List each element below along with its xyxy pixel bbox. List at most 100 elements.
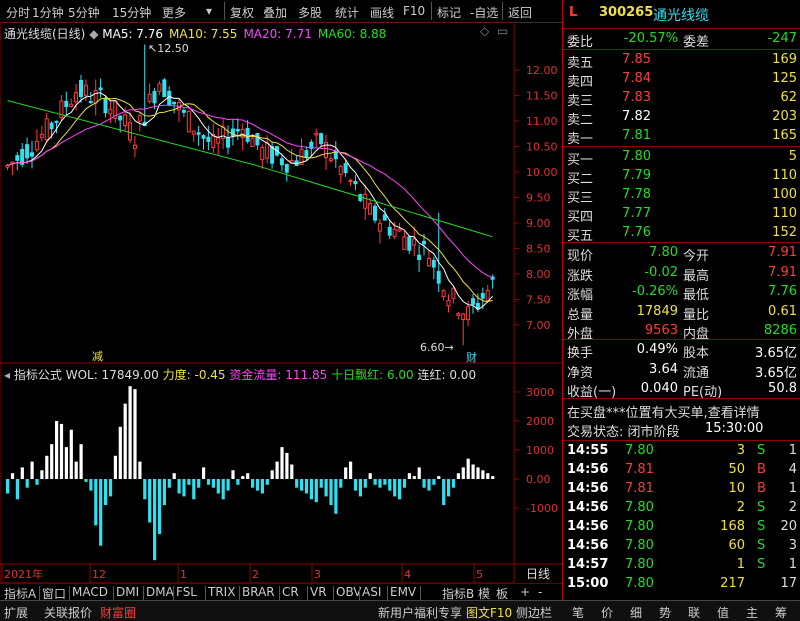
indicator-tab-2[interactable]: MACD xyxy=(72,585,108,599)
tick-volume: 2 xyxy=(736,500,745,515)
indicator-tab-12[interactable]: EMV xyxy=(390,585,416,599)
asks-row[interactable]: 卖五 7.85 169 xyxy=(563,51,800,71)
indicator-tab-6[interactable]: TRIX xyxy=(208,585,235,599)
toolbar-item-7[interactable]: 多股 xyxy=(298,4,322,21)
price-tick-label: 9.00 xyxy=(526,217,551,230)
status-mid-2[interactable]: 侧边栏 xyxy=(516,604,552,621)
toolbar-item-1[interactable]: 1分钟 xyxy=(32,4,64,21)
tick-time: 14:56 xyxy=(567,519,609,534)
stock-name[interactable]: 通光线缆 xyxy=(653,5,709,25)
kline-chart[interactable]: 12.0011.5011.0010.5010.009.509.008.508.0… xyxy=(0,22,562,583)
tick-time: 14:56 xyxy=(567,538,609,553)
stat-label: 现价 xyxy=(567,249,594,264)
status-right-tab-2[interactable]: 细 xyxy=(630,604,642,621)
stock-flag: L xyxy=(569,5,578,20)
tick-volume: 217 xyxy=(720,576,745,591)
stat-value: 3.65亿 xyxy=(755,346,797,361)
tick-row: 14:56 7.80 168 S 20 xyxy=(563,518,800,537)
tick-row: 14:56 7.81 10 B 1 xyxy=(563,480,800,499)
status-right-tab-7[interactable]: 筹 xyxy=(775,604,787,621)
status-right-tab-0[interactable]: 笔 xyxy=(572,604,584,621)
zoom-in-icon[interactable]: + xyxy=(520,585,530,599)
book-volume: 110 xyxy=(772,206,797,221)
stat-value: 0.040 xyxy=(640,381,678,396)
indicator-tab-3[interactable]: DMI xyxy=(116,585,139,599)
status-right-tab-5[interactable]: 值 xyxy=(717,604,729,621)
status-left-2[interactable]: 财富圈 xyxy=(100,604,136,621)
toolbar-item-10[interactable]: F10 xyxy=(403,4,425,18)
tick-volume: 10 xyxy=(728,481,745,496)
candlestick-series xyxy=(5,44,495,346)
tick-row: 14:55 7.80 3 S 1 xyxy=(563,442,800,461)
toolbar-item-8[interactable]: 统计 xyxy=(335,4,359,21)
tick-count: 4 xyxy=(788,462,797,477)
stat-value: 7.80 xyxy=(649,245,678,260)
tick-time: 14:56 xyxy=(567,462,609,477)
bids-row[interactable]: 买一 7.80 5 xyxy=(563,148,800,168)
indicator-tab-4[interactable]: DMA xyxy=(146,585,174,599)
toolbar-item-12[interactable]: -自选 xyxy=(470,4,498,21)
chart-toolbar: 分时 1分钟 5分钟 15分钟 更多 ▾ 复权 叠加 多股 统计 画线 F10 标记 -自选 返回 xyxy=(0,0,562,23)
indicator-header: ◂ 指标公式 WOL: 17849.00 力度: -0.45 资金流量: 111… xyxy=(4,366,476,383)
indicator-tab-7[interactable]: BRAR xyxy=(242,585,275,599)
status-mid-0[interactable]: 新用户福利专享 xyxy=(378,604,462,621)
indicator-tab-10[interactable]: OBV xyxy=(336,585,362,599)
tick-count: 1 xyxy=(788,481,797,496)
book-volume: 203 xyxy=(772,109,797,124)
status-mid-1[interactable]: 图文F10 xyxy=(466,604,512,621)
book-price: 7.85 xyxy=(622,52,651,67)
chart-expand-icon[interactable]: ▭ xyxy=(497,24,508,38)
toolbar-item-13[interactable]: 返回 xyxy=(508,4,532,21)
status-right-tab-3[interactable]: 势 xyxy=(659,604,671,621)
bids-row[interactable]: 买四 7.77 110 xyxy=(563,205,800,225)
ma10-line xyxy=(7,97,493,303)
asks-row[interactable]: 卖四 7.84 125 xyxy=(563,70,800,90)
zoom-out-icon[interactable]: - xyxy=(538,585,542,599)
indicator-tab-5[interactable]: FSL xyxy=(176,585,197,599)
toolbar-item-9[interactable]: 画线 xyxy=(370,4,394,21)
status-left-0[interactable]: 扩展 xyxy=(4,604,28,621)
big-order-notice[interactable]: 在买盘***位置有大买单,查看详情 xyxy=(563,401,800,421)
toolbar-item-5[interactable]: 复权 xyxy=(230,4,254,21)
toolbar-item-2[interactable]: 5分钟 xyxy=(68,4,100,21)
status-right-tab-1[interactable]: 价 xyxy=(601,604,613,621)
toolbar-item-11[interactable]: 标记 xyxy=(437,4,461,21)
price-tick-label: 12.00 xyxy=(526,64,558,77)
toolbar-item-6[interactable]: 叠加 xyxy=(263,4,287,21)
more-chevron-icon[interactable]: ▾ xyxy=(206,4,212,18)
asks-row[interactable]: 卖三 7.83 62 xyxy=(563,89,800,109)
jian-marker[interactable]: 减 xyxy=(92,348,103,364)
date-label: 2021年 xyxy=(4,567,43,581)
asks-row[interactable]: 卖一 7.81 165 xyxy=(563,127,800,147)
indicator-tab-8[interactable]: CR xyxy=(282,585,299,599)
bids-row[interactable]: 买二 7.79 110 xyxy=(563,167,800,187)
toolbar-item-3[interactable]: 15分钟 xyxy=(112,4,151,21)
tick-row: 14:56 7.80 2 S 2 xyxy=(563,499,800,518)
indicator-name[interactable]: 指标公式 xyxy=(14,368,62,382)
stat-value: 7.91 xyxy=(768,264,797,280)
date-label: 12 xyxy=(92,568,106,581)
status-right-tab-4[interactable]: 联 xyxy=(688,604,700,621)
stat-value: 9563 xyxy=(644,323,678,338)
toolbar-item-4[interactable]: 更多 xyxy=(162,4,186,21)
indicator-menu-icon[interactable]: ◂ xyxy=(4,368,10,382)
asks-row[interactable]: 卖二 7.82 203 xyxy=(563,108,800,128)
bids-row[interactable]: 买三 7.78 100 xyxy=(563,186,800,206)
chart-settings-icon[interactable]: ◇ xyxy=(480,24,489,38)
period-label[interactable]: 日线 xyxy=(526,567,550,581)
tick-side: S xyxy=(757,519,766,534)
cai-marker[interactable]: 财 xyxy=(466,349,477,365)
indicator-wol: WOL: 17849.00 xyxy=(65,368,159,382)
indicator-tab-11[interactable]: ASI xyxy=(362,585,381,599)
indicator-tab-9[interactable]: VR xyxy=(310,585,327,599)
price-tick-label: 7.00 xyxy=(526,319,551,332)
status-right-tab-6[interactable]: 主 xyxy=(746,604,758,621)
ma-legend-item-2: MA20: 7.71 xyxy=(243,27,312,41)
volume-tick-label: -1000 xyxy=(526,502,558,515)
book-level-label: 卖四 xyxy=(567,75,594,90)
status-left-1[interactable]: 关联报价 xyxy=(44,604,92,621)
toolbar-item-0[interactable]: 分时 xyxy=(6,4,30,21)
book-level-label: 买一 xyxy=(567,153,594,168)
bids-row[interactable]: 买五 7.76 152 xyxy=(563,224,800,244)
ma-settings-icon[interactable]: ◆ xyxy=(89,27,102,41)
